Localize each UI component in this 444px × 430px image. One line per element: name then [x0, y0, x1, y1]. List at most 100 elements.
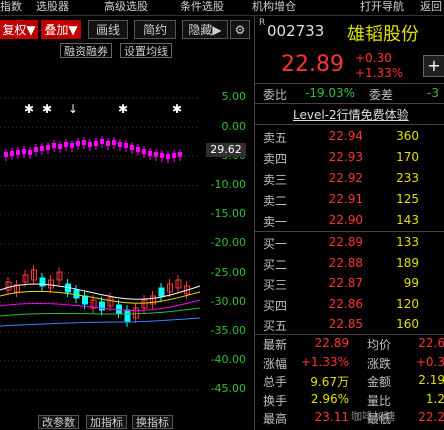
ask-level-label: 卖一	[263, 215, 288, 229]
stat-value: 22.6	[418, 336, 444, 350]
stat-value: +0.3	[415, 354, 444, 369]
kline-upper-candle-body	[148, 151, 152, 156]
kline-upper-candle-body	[106, 141, 110, 146]
weicha-value: -3	[427, 86, 439, 100]
margin-trading-button[interactable]: 融资融券	[60, 43, 112, 58]
bid-price: 22.89	[328, 235, 363, 249]
stat-label: 量比	[367, 393, 392, 408]
chart-subbar: 融资融券 设置均线 ✱ ✱ ↓ ✱ ✱	[0, 42, 252, 116]
bid-volume: 120	[396, 296, 419, 311]
stat-value: 1.2	[425, 391, 444, 406]
bid-row[interactable]: 买五 22.85 160	[255, 315, 444, 335]
bid-volume: 99	[403, 276, 419, 290]
stat-value: 2.19	[418, 373, 444, 387]
bid-row[interactable]: 买三 22.87 99	[255, 274, 444, 294]
bid-volume: 133	[396, 235, 419, 249]
simple-mode-button[interactable]: 简约	[134, 20, 176, 39]
stat-label: 换手	[263, 393, 288, 408]
y-axis-label: -30.00	[210, 295, 246, 308]
bid-row[interactable]: 买四 22.86 120	[255, 295, 444, 315]
bid-level-label: 买一	[263, 237, 288, 251]
bid-row[interactable]: 买一 22.89 133	[255, 233, 444, 253]
ask-row[interactable]: 卖三 22.92 233	[255, 169, 444, 189]
kline-upper-candle-body	[112, 140, 116, 145]
stat-label: 涨跌	[367, 356, 392, 371]
current-price: 22.89	[281, 52, 344, 77]
menu-item-back[interactable]: 返回	[420, 0, 442, 14]
edit-params-button[interactable]: 改参数	[38, 415, 79, 429]
bid-price: 22.86	[328, 296, 363, 311]
top-menu-bar: 指数 选股器 高级选股 条件选股 机构增仓 打开导航 返回	[0, 0, 444, 16]
kline-upper-candle-body	[124, 143, 128, 148]
ask-volume: 170	[396, 150, 419, 164]
kline-upper-candle-body	[40, 146, 44, 151]
gear-icon[interactable]: ⚙	[230, 20, 250, 39]
stat-value: 23.11	[314, 410, 349, 424]
overlay-button[interactable]: 叠加▼	[41, 20, 81, 39]
ask-row[interactable]: 卖一 22.90 143	[255, 211, 444, 231]
bid-price: 22.88	[328, 255, 363, 270]
menu-item-stock-picker[interactable]: 选股器	[36, 0, 69, 14]
weibi-label: 委比	[263, 88, 288, 102]
hide-button[interactable]: 隐藏▶	[182, 20, 228, 39]
stat-value: 22.2	[418, 410, 444, 424]
bid-level-label: 买三	[263, 278, 288, 292]
kline-upper-candle-body	[22, 149, 26, 154]
ask-volume: 125	[396, 192, 419, 206]
ask-row[interactable]: 卖二 22.91 125	[255, 190, 444, 210]
stat-value: +1.33%	[300, 354, 349, 369]
kline-chart-area[interactable]: 5.00 0.00 -5.00 -10.00 -15.00 -20.00 -25…	[0, 60, 252, 412]
divider	[255, 83, 444, 84]
weicha-label: 委差	[369, 88, 394, 102]
stat-label: 金额	[367, 375, 392, 389]
stat-value: 9.67万	[310, 375, 349, 389]
kline-upper-candle-body	[130, 145, 134, 150]
ask-level-label: 卖五	[263, 131, 288, 145]
divider	[255, 124, 444, 125]
ask-level-label: 卖四	[263, 152, 288, 166]
bid-price: 22.85	[328, 317, 363, 331]
kline-upper-candle-body	[10, 151, 14, 156]
ask-row[interactable]: 卖五 22.94 360	[255, 127, 444, 147]
stat-value: 22.89	[314, 336, 349, 350]
kline-upper-candle-body	[142, 149, 146, 154]
divider	[255, 334, 444, 335]
change-indicator-button[interactable]: 换指标	[132, 415, 173, 429]
add-indicator-button[interactable]: 加指标	[86, 415, 127, 429]
kline-upper-candle-body	[28, 150, 32, 155]
ask-price: 22.93	[328, 150, 363, 164]
divider	[255, 103, 444, 104]
bid-row[interactable]: 买二 22.88 189	[255, 254, 444, 274]
menu-item-institution[interactable]: 机构增仓	[252, 0, 296, 14]
draw-line-button[interactable]: 画线	[88, 20, 128, 39]
kline-upper-candle-body	[166, 154, 170, 159]
menu-item-index[interactable]: 指数	[0, 0, 22, 14]
y-axis-label: -40.00	[210, 353, 246, 366]
level2-promo-link[interactable]: Level-2行情免费体验	[293, 106, 409, 123]
stat-label: 最高	[263, 412, 288, 426]
divider	[255, 231, 444, 232]
menu-item-open-nav[interactable]: 打开导航	[360, 0, 404, 14]
kline-candle	[116, 304, 122, 314]
kline-upper-candle-body	[76, 141, 80, 146]
kline-upper-candle-body	[34, 147, 38, 152]
menu-item-condition-picker[interactable]: 条件选股	[180, 0, 224, 14]
fuquan-button[interactable]: 复权▼	[0, 20, 38, 39]
kline-upper-candle-body	[94, 141, 98, 146]
kline-upper-candle-body	[172, 153, 176, 158]
kline-upper-candle-body	[154, 152, 158, 157]
kline-upper-candle-body	[46, 145, 50, 150]
ask-price: 22.94	[328, 129, 363, 143]
stat-label: 涨幅	[263, 356, 288, 371]
ask-row[interactable]: 卖四 22.93 170	[255, 148, 444, 168]
rzrq-flag: R	[259, 18, 266, 28]
weibi-value: -19.03%	[305, 86, 356, 100]
add-watchlist-button[interactable]: +	[423, 55, 444, 77]
stock-header: R 002733 雄韬股份	[255, 18, 444, 48]
menu-item-advanced-picker[interactable]: 高级选股	[104, 0, 148, 14]
ma-settings-button[interactable]: 设置均线	[120, 43, 172, 58]
ask-price: 22.92	[328, 171, 363, 185]
bid-volume: 160	[396, 317, 419, 331]
ask-volume: 143	[396, 213, 419, 227]
ask-volume: 360	[396, 129, 419, 143]
